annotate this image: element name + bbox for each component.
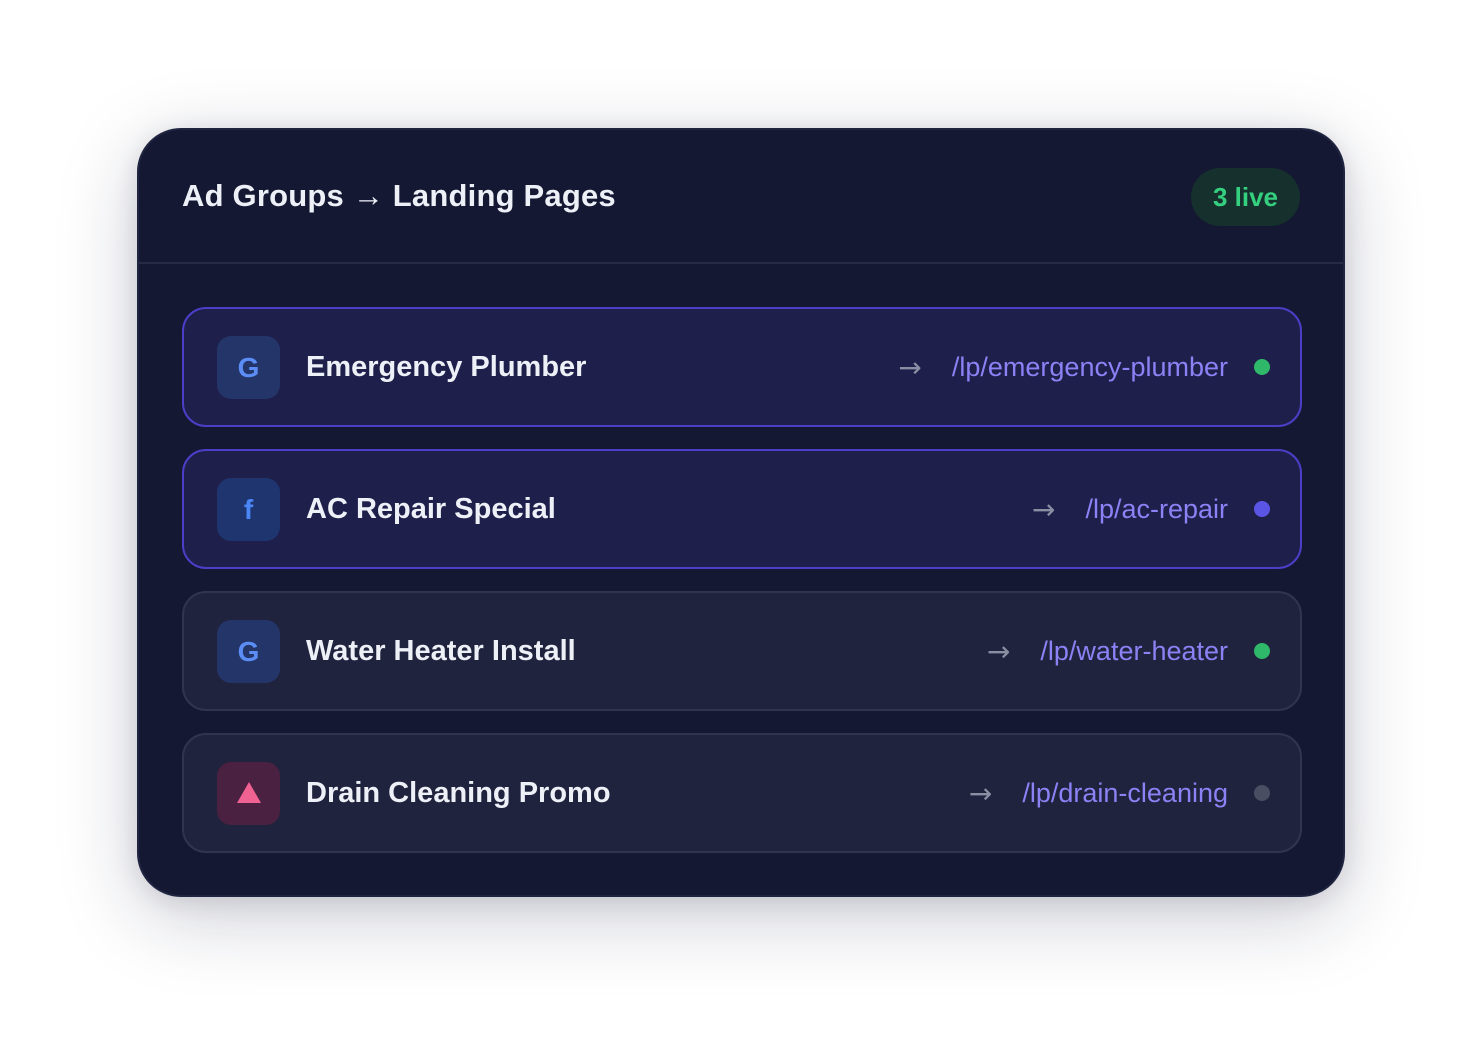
triangle-shape <box>237 782 261 803</box>
status-dot <box>1254 359 1270 375</box>
status-dot <box>1254 501 1270 517</box>
arrow-right-icon: → <box>898 350 922 384</box>
google-icon: G <box>217 336 280 399</box>
triangle-icon <box>217 762 280 825</box>
ad-group-row-ac-repair[interactable]: f AC Repair Special → /lp/ac-repair <box>182 449 1302 569</box>
landing-page-mapping: → /lp/water-heater <box>987 593 1270 709</box>
status-dot <box>1254 785 1270 801</box>
ad-group-name: Emergency Plumber <box>306 351 587 383</box>
ad-group-list: G Emergency Plumber → /lp/emergency-plum… <box>182 307 1302 875</box>
ad-group-row-drain-cleaning[interactable]: Drain Cleaning Promo → /lp/drain-cleanin… <box>182 733 1302 853</box>
landing-page-mapping: → /lp/ac-repair <box>1032 451 1270 567</box>
arrow-right-icon: → <box>968 776 993 810</box>
arrow-right-icon: → <box>1031 492 1056 526</box>
ad-group-mapping-card: Ad Groups → Landing Pages 3 live G Emerg… <box>137 128 1345 897</box>
landing-page-mapping: → /lp/emergency-plumber <box>898 309 1270 425</box>
arrow-right-icon: → <box>986 634 1011 668</box>
landing-page-url[interactable]: /lp/water-heater <box>1040 636 1228 667</box>
ad-group-row-water-heater[interactable]: G Water Heater Install → /lp/water-heate… <box>182 591 1302 711</box>
card-title: Ad Groups → Landing Pages <box>182 178 616 213</box>
landing-page-url[interactable]: /lp/drain-cleaning <box>1022 778 1228 809</box>
facebook-icon: f <box>217 478 280 541</box>
google-icon: G <box>217 620 280 683</box>
ad-group-name: AC Repair Special <box>306 493 556 525</box>
ad-group-row-emergency-plumber[interactable]: G Emergency Plumber → /lp/emergency-plum… <box>182 307 1302 427</box>
landing-page-url[interactable]: /lp/ac-repair <box>1085 494 1228 525</box>
status-dot <box>1254 643 1270 659</box>
card-header: Ad Groups → Landing Pages 3 live <box>139 130 1343 264</box>
ad-group-name: Drain Cleaning Promo <box>306 777 611 809</box>
ad-group-name: Water Heater Install <box>306 635 576 667</box>
landing-page-url[interactable]: /lp/emergency-plumber <box>952 352 1228 383</box>
page-background: Ad Groups → Landing Pages 3 live G Emerg… <box>0 0 1484 1045</box>
landing-page-mapping: → /lp/drain-cleaning <box>969 735 1270 851</box>
live-count-badge: 3 live <box>1190 168 1300 226</box>
